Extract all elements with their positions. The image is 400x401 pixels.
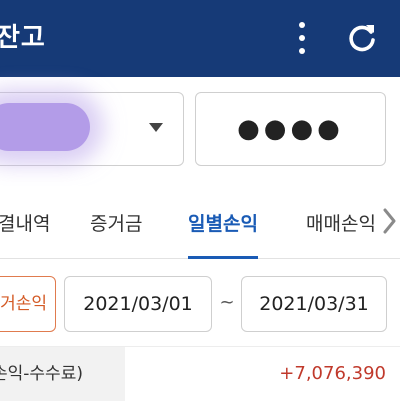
page-title: 잔고 xyxy=(0,23,46,53)
tab-bar: 결내역 증거금 일별손익 매매손익 xyxy=(0,186,400,259)
password-field[interactable]: ●●●● xyxy=(195,92,386,166)
summary-label: 손익-수수료) xyxy=(0,347,125,401)
summary-value: +7,076,390 xyxy=(279,363,386,384)
chevron-down-icon xyxy=(149,123,163,132)
tab-margin[interactable]: 증거금 xyxy=(90,186,142,258)
app-header: 잔고 xyxy=(0,0,400,77)
redacted-account-number xyxy=(0,103,90,151)
tab-settlement-history[interactable]: 결내역 xyxy=(0,186,50,258)
date-range-separator: ~ xyxy=(219,292,235,313)
summary-row: 손익-수수료) +7,076,390 xyxy=(0,346,400,401)
tab-trade-pnl[interactable]: 매매손익 xyxy=(306,186,376,258)
pnl-mode-button[interactable]: 거손익 xyxy=(0,276,56,332)
end-date-field[interactable]: 2021/03/31 xyxy=(241,276,387,332)
tab-daily-pnl[interactable]: 일별손익 xyxy=(188,186,258,259)
more-vert-icon[interactable] xyxy=(292,22,312,56)
account-select[interactable] xyxy=(0,92,184,166)
start-date-field[interactable]: 2021/03/01 xyxy=(64,276,212,332)
chevron-right-icon[interactable] xyxy=(378,186,400,258)
refresh-icon[interactable] xyxy=(344,20,380,56)
